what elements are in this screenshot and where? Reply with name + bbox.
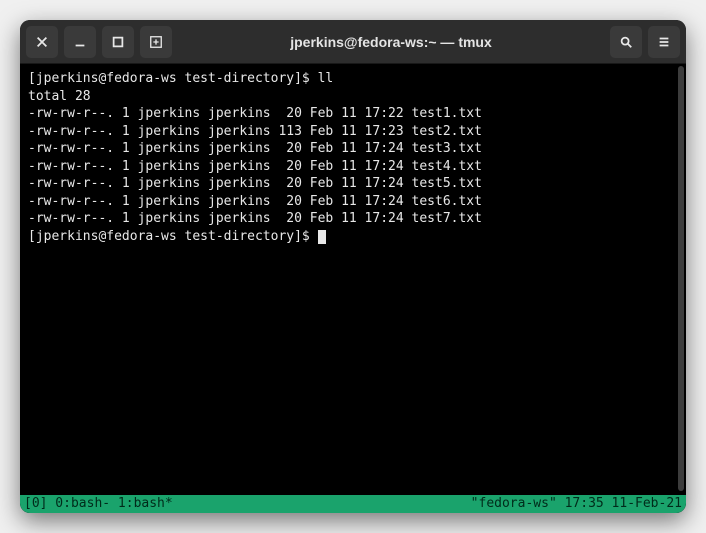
total-line: total 28 bbox=[28, 88, 678, 106]
minimize-icon bbox=[73, 35, 87, 49]
titlebar: jperkins@fedora-ws:~ — tmux bbox=[20, 20, 686, 64]
tmux-status-bar: [0] 0:bash- 1:bash* "fedora-ws" 17:35 11… bbox=[20, 495, 686, 513]
command-line: [jperkins@fedora-ws test-directory]$ ll bbox=[28, 70, 678, 88]
file-row: -rw-rw-r--. 1 jperkins jperkins 20 Feb 1… bbox=[28, 175, 678, 193]
close-icon bbox=[35, 35, 49, 49]
search-icon bbox=[619, 35, 633, 49]
maximize-icon bbox=[111, 35, 125, 49]
new-tab-icon bbox=[149, 35, 163, 49]
scrollbar[interactable] bbox=[678, 66, 684, 491]
window-title: jperkins@fedora-ws:~ — tmux bbox=[178, 34, 604, 50]
hamburger-icon bbox=[657, 35, 671, 49]
terminal-window: jperkins@fedora-ws:~ — tmux [jperkins@fe… bbox=[20, 20, 686, 513]
tmux-status-left: [0] 0:bash- 1:bash* bbox=[24, 495, 173, 513]
terminal-area[interactable]: [jperkins@fedora-ws test-directory]$ ll … bbox=[20, 64, 686, 513]
new-tab-button[interactable] bbox=[140, 26, 172, 58]
file-row: -rw-rw-r--. 1 jperkins jperkins 20 Feb 1… bbox=[28, 105, 678, 123]
cursor bbox=[318, 230, 326, 244]
tmux-status-right: "fedora-ws" 17:35 11-Feb-21 bbox=[471, 495, 682, 513]
maximize-button[interactable] bbox=[102, 26, 134, 58]
prompt: [jperkins@fedora-ws test-directory]$ bbox=[28, 229, 318, 244]
close-button[interactable] bbox=[26, 26, 58, 58]
file-row: -rw-rw-r--. 1 jperkins jperkins 20 Feb 1… bbox=[28, 210, 678, 228]
command: ll bbox=[318, 71, 334, 86]
search-button[interactable] bbox=[610, 26, 642, 58]
menu-button[interactable] bbox=[648, 26, 680, 58]
prompt: [jperkins@fedora-ws test-directory]$ bbox=[28, 71, 318, 86]
file-row: -rw-rw-r--. 1 jperkins jperkins 20 Feb 1… bbox=[28, 158, 678, 176]
file-row: -rw-rw-r--. 1 jperkins jperkins 113 Feb … bbox=[28, 123, 678, 141]
command-line: [jperkins@fedora-ws test-directory]$ bbox=[28, 228, 678, 246]
minimize-button[interactable] bbox=[64, 26, 96, 58]
file-row: -rw-rw-r--. 1 jperkins jperkins 20 Feb 1… bbox=[28, 140, 678, 158]
file-row: -rw-rw-r--. 1 jperkins jperkins 20 Feb 1… bbox=[28, 193, 678, 211]
